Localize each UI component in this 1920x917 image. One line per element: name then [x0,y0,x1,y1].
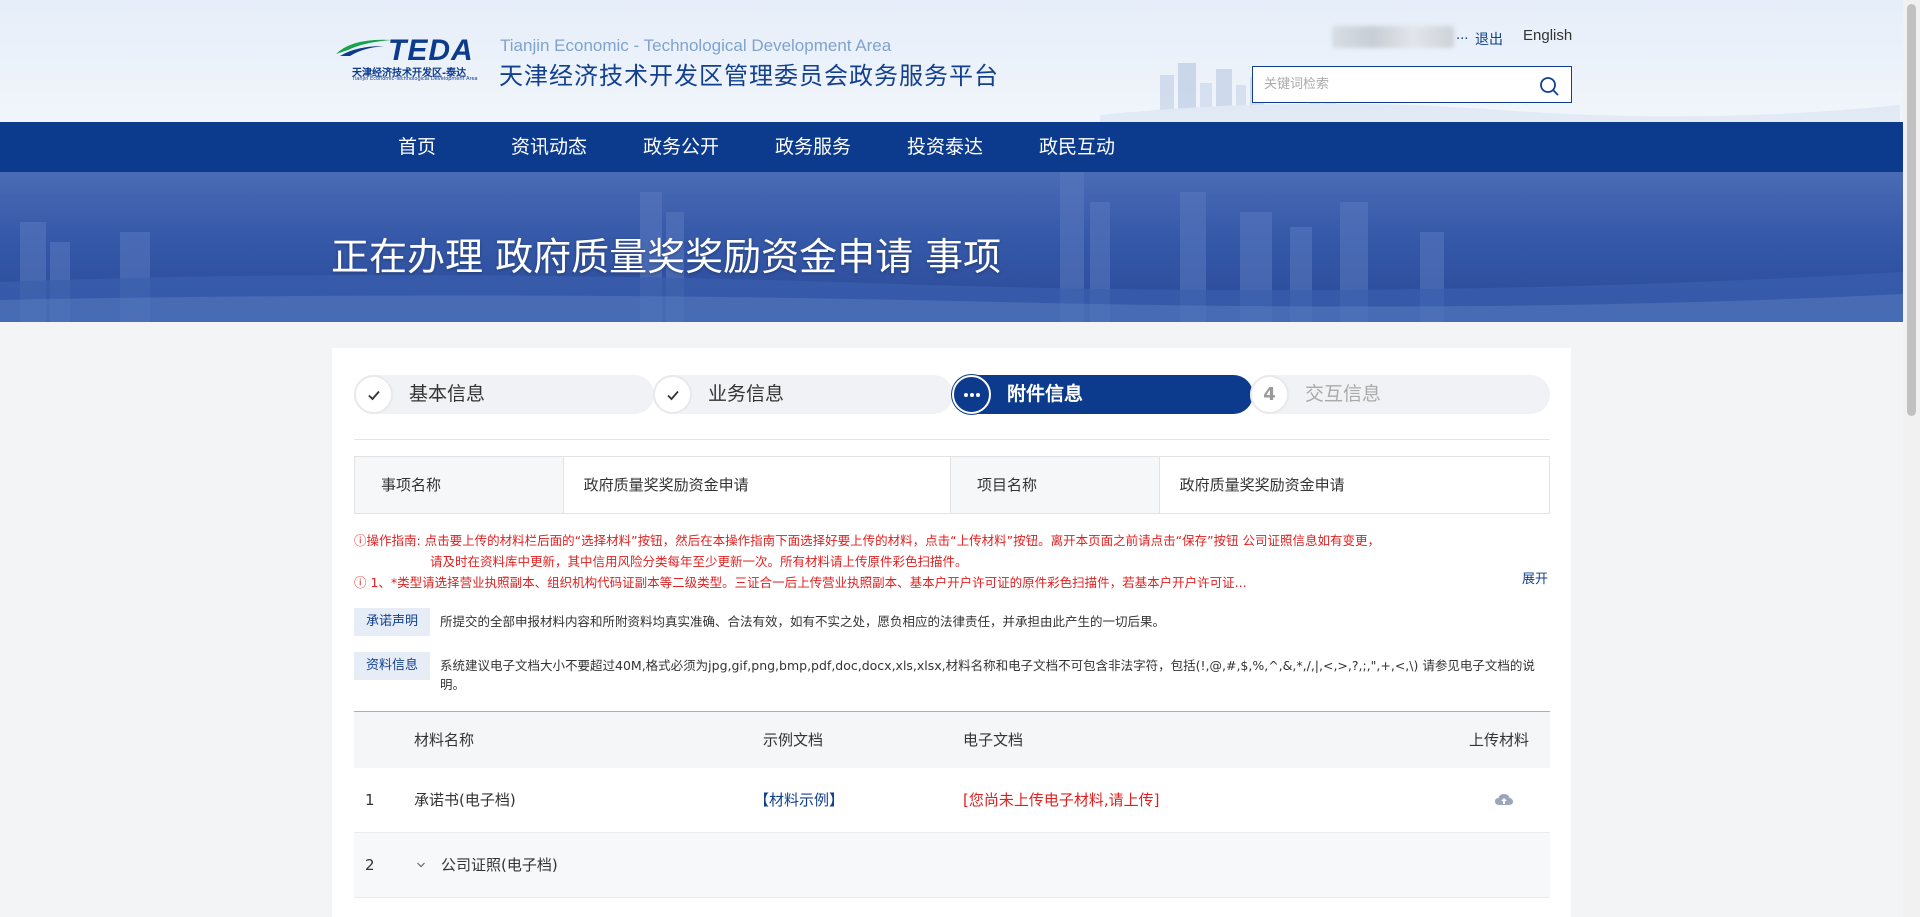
expand-link[interactable]: 展开 [1522,568,1548,587]
table-row[interactable]: 2 公司证照(电子档) [354,833,1550,898]
progress-steps: 基本信息 业务信息 附件信息 4 交互信息 [354,375,1550,414]
logo-text: TEDA [388,34,474,67]
step-active-circle [952,375,991,414]
item-info-table: 事项名称 政府质量奖奖励资金申请 项目名称 政府质量奖奖励资金申请 [354,456,1550,514]
nav-item-invest-teda[interactable]: 投资泰达 [907,122,983,172]
step-business-info[interactable]: 业务信息 [653,375,953,414]
banner-title: 正在办理 政府质量奖奖励资金申请 事项 [331,235,1002,279]
nav-item-news[interactable]: 资讯动态 [511,122,587,172]
check-icon [666,390,679,400]
commitment-text: 所提交的全部申报材料内容和所附资料均真实准确、合法有效，如有不实之处，愿负相应的… [440,614,1166,629]
application-card: 基本信息 业务信息 附件信息 4 交互信息 事项名称 政府质量奖奖励资金申请 项… [332,348,1571,917]
page-banner: 正在办理 政府质量奖奖励资金申请 事项 [0,172,1903,322]
guide-line-3: ⓘ 1、*类型请选择营业执照副本、组织机构代码证副本等二级类型。三证合一后上传营… [354,575,1247,590]
teda-logo[interactable]: TEDA 天津经济技术开发区-泰达 Tianjin Economic-Techn… [334,34,486,84]
step-label: 业务信息 [708,383,785,405]
header-electronic-doc: 电子文档 [963,731,1024,749]
search-box [1252,66,1572,103]
operation-guide: ⓘ操作指南: 点击要上传的材料栏后面的“选择材料”按钮，然后在本操作指南下面选择… [354,530,1550,593]
site-title-cn: 天津经济技术开发区管理委员会政务服务平台 [499,62,999,90]
materials-table-header: 材料名称 示例文档 电子文档 上传材料 [354,712,1550,768]
step-done-circle [354,375,393,414]
material-info-row: 资料信息 系统建议电子文档大小不要超过40M,格式必须为jpg,gif,png,… [354,652,1550,694]
check-icon [367,390,380,400]
project-name-label: 项目名称 [951,457,1160,513]
site-title-en: Tianjin Economic - Technological Develop… [500,36,892,55]
logout-link[interactable]: 退出 [1475,29,1503,49]
logo-subtitle-en: Tianjin Economic-Technological Developme… [352,76,478,82]
material-info-text: 系统建议电子文档大小不要超过40M,格式必须为jpg,gif,png,bmp,p… [440,658,1535,692]
header-example-doc: 示例文档 [763,731,824,749]
step-label: 基本信息 [409,383,486,405]
row-index: 2 [365,856,375,874]
item-name-value: 政府质量奖奖励资金申请 [564,457,951,513]
step-pending-circle: 4 [1250,375,1289,414]
nav-item-citizen-interaction[interactable]: 政民互动 [1039,122,1115,172]
guide-line-2: 请及时在资料库中更新，其中信用风险分类每年至少更新一次。所有材料请上传原件彩色扫… [430,554,968,569]
guide-line-1: ⓘ操作指南: 点击要上传的材料栏后面的“选择材料”按钮，然后在本操作指南下面选择… [354,533,1381,548]
header-upload-material: 上传材料 [1469,731,1530,749]
chevron-down-icon[interactable] [416,860,426,870]
user-name-ellipsis: ... [1456,28,1469,43]
main-navigation: 首页 资讯动态 政务公开 政务服务 投资泰达 政民互动 [0,122,1903,172]
header-material-name: 材料名称 [414,731,475,749]
page-scrollbar[interactable] [1903,0,1920,917]
step-done-circle [653,375,692,414]
nav-item-home[interactable]: 首页 [398,122,436,172]
row-material-name: 承诺书(电子档) [414,791,516,809]
commitment-tag: 承诺声明 [354,608,430,636]
step-label: 附件信息 [1007,383,1084,405]
user-name-blurred [1332,26,1454,48]
commitment-row: 承诺声明 所提交的全部申报材料内容和所附资料均真实准确、合法有效，如有不实之处，… [354,608,1550,636]
site-header: TEDA 天津经济技术开发区-泰达 Tianjin Economic-Techn… [0,0,1903,122]
nav-item-government-services[interactable]: 政务服务 [775,122,851,172]
nav-item-government-affairs[interactable]: 政务公开 [643,122,719,172]
step-basic-info[interactable]: 基本信息 [354,375,654,414]
project-name-value: 政府质量奖奖励资金申请 [1179,476,1345,494]
cloud-upload-icon[interactable] [1494,791,1514,809]
material-example-link[interactable]: 【材料示例】 [754,768,844,833]
step-label: 交互信息 [1305,383,1382,405]
material-info-tag: 资料信息 [354,652,430,680]
upload-status: [您尚未上传电子材料,请上传] [963,791,1160,809]
teda-swoosh-icon [336,39,392,56]
english-language-link[interactable]: English [1523,27,1572,44]
more-dots-icon [963,392,980,397]
scrollbar-thumb[interactable] [1907,4,1916,416]
step-interaction-info[interactable]: 4 交互信息 [1250,375,1550,414]
section-divider [354,439,1550,440]
step-number: 4 [1263,384,1276,405]
table-row: 1 承诺书(电子档) 【材料示例】 [您尚未上传电子材料,请上传] [354,768,1550,833]
search-input[interactable] [1253,67,1523,102]
step-attachment-info[interactable]: 附件信息 [952,375,1253,414]
item-name-label: 事项名称 [355,457,564,513]
row-material-name: 公司证照(电子档) [441,856,558,874]
search-icon[interactable] [1539,76,1559,96]
row-index: 1 [365,791,375,809]
